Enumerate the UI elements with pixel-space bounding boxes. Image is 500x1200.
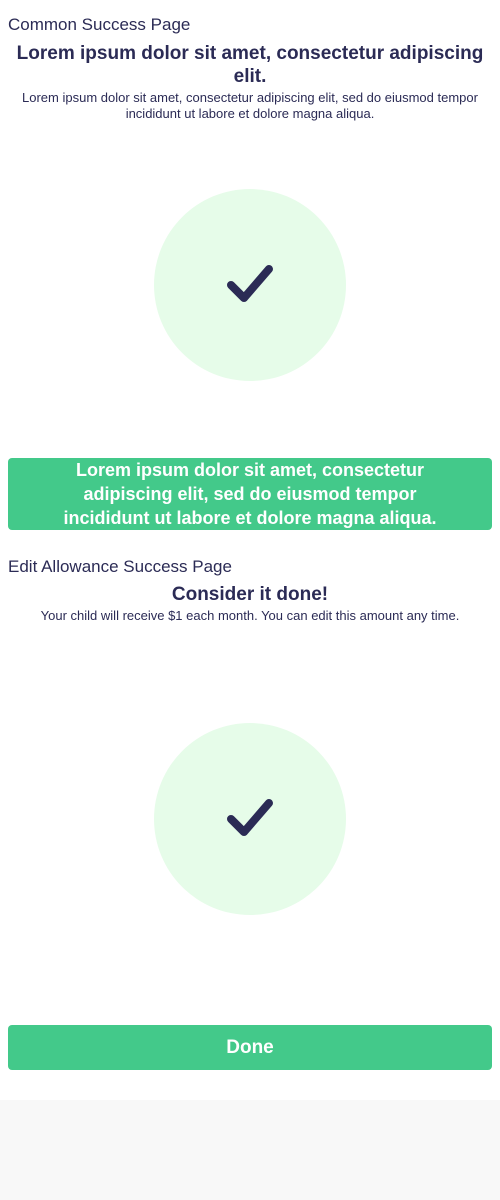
section-label-allowance: Edit Allowance Success Page xyxy=(8,557,232,576)
success-circle xyxy=(154,723,346,915)
done-button[interactable]: Done xyxy=(8,1025,492,1070)
page-canvas: Common Success Page Lorem ipsum dolor si… xyxy=(0,0,500,1100)
allowance-headline: Consider it done! xyxy=(171,584,329,605)
common-primary-button[interactable]: Lorem ipsum dolor sit amet, consectetur … xyxy=(8,458,492,530)
common-subtext: Lorem ipsum dolor sit amet, consectetur … xyxy=(22,90,478,121)
success-circle xyxy=(154,189,346,381)
check-icon xyxy=(227,799,273,836)
common-headline: Lorem ipsum dolor sit amet, consectetur … xyxy=(16,43,484,87)
allowance-subtext: Your child will receive $1 each month. Y… xyxy=(40,608,460,623)
check-icon xyxy=(227,265,273,302)
section-label-common: Common Success Page xyxy=(8,15,191,34)
